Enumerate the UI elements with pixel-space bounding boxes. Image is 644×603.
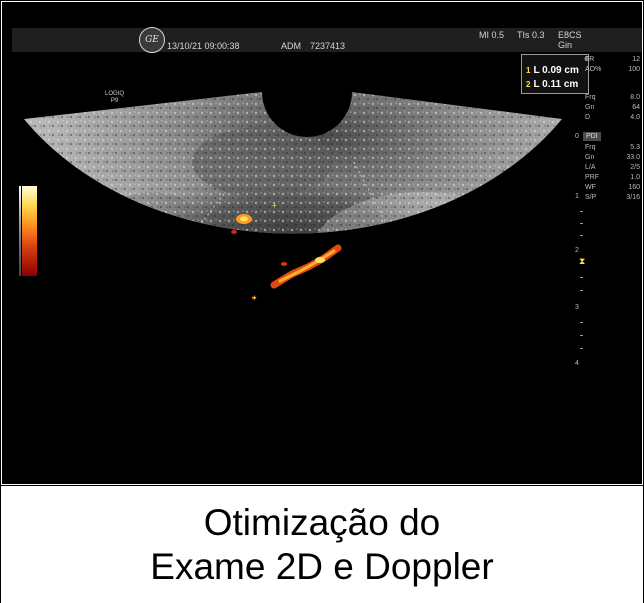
depth-tick <box>580 348 583 349</box>
pdi-prf-value: 1.0 <box>630 174 640 181</box>
param-fr-label: FR <box>585 56 595 63</box>
colorbar-ruler <box>19 186 21 276</box>
param-ao-value: 100 <box>628 66 640 73</box>
depth-tick <box>580 290 583 291</box>
pdi-la-label: L/A <box>585 164 596 171</box>
depth-tick <box>580 335 583 336</box>
measurement-panel: 1L 0.09 cm 2L 0.11 cm <box>521 54 589 94</box>
depth-tick <box>580 322 583 323</box>
pdi-prf-label: PRF <box>585 174 599 181</box>
focus-marker-icon: ⧗ <box>579 256 586 266</box>
depth-mark-1: 1 <box>575 193 579 200</box>
measurement-1-value: L 0.09 cm <box>533 65 579 76</box>
pdi-sp-value: 3/16 <box>626 194 640 201</box>
pdi-wf-label: WF <box>585 184 596 191</box>
param-frq-label: Frq <box>585 94 596 101</box>
measurement-2-value: L 0.11 cm <box>533 79 579 90</box>
param-gn-label: Gn <box>585 104 595 111</box>
depth-tick <box>580 235 583 236</box>
measurement-1: 1L 0.09 cm <box>526 65 579 76</box>
pdi-gn-value: 33.0 <box>626 154 640 161</box>
depth-mark-4: 4 <box>575 360 579 367</box>
param-d-value: 4.0 <box>630 114 640 121</box>
param-gn-value: 64 <box>632 104 640 111</box>
depth-tick <box>580 211 583 212</box>
svg-text:+: + <box>272 201 277 210</box>
depth-mark-0: 0 <box>575 133 579 140</box>
depth-mark-2: 2 <box>575 247 579 254</box>
pdi-la-value: 2/5 <box>630 164 640 171</box>
param-frq-value: 8.0 <box>630 94 640 101</box>
depth-mark-3: 3 <box>575 304 579 311</box>
depth-tick <box>580 223 583 224</box>
ultrasound-screen: GE 13/10/21 09:00:38 ADM 7237413 MI 0.5 … <box>2 2 642 484</box>
pdi-sp-label: S/P <box>585 194 597 201</box>
param-fr-value: 12 <box>632 56 640 63</box>
caption-line-1: Otimização do <box>203 502 441 543</box>
param-ao-label: AO% <box>585 66 602 73</box>
svg-text:+: + <box>252 293 257 302</box>
caption-line-2: Exame 2D e Doppler <box>150 546 494 587</box>
pdi-gn-label: Gn <box>585 154 595 161</box>
measurement-2-index: 2 <box>526 80 531 89</box>
param-d-label: D <box>585 114 591 121</box>
caption: Otimização do Exame 2D e Doppler <box>1 485 643 603</box>
pdi-frq-value: 5.3 <box>630 144 640 151</box>
image-frame: GE 13/10/21 09:00:38 ADM 7237413 MI 0.5 … <box>0 0 644 603</box>
pdi-wf-value: 160 <box>628 184 640 191</box>
measurement-1-index: 1 <box>526 66 531 75</box>
measurement-2: 2L 0.11 cm <box>526 79 578 90</box>
doppler-color-bar <box>22 186 37 276</box>
pdi-mode-label: PDI <box>586 133 598 140</box>
depth-tick <box>580 277 583 278</box>
pdi-frq-label: Frq <box>585 144 596 151</box>
